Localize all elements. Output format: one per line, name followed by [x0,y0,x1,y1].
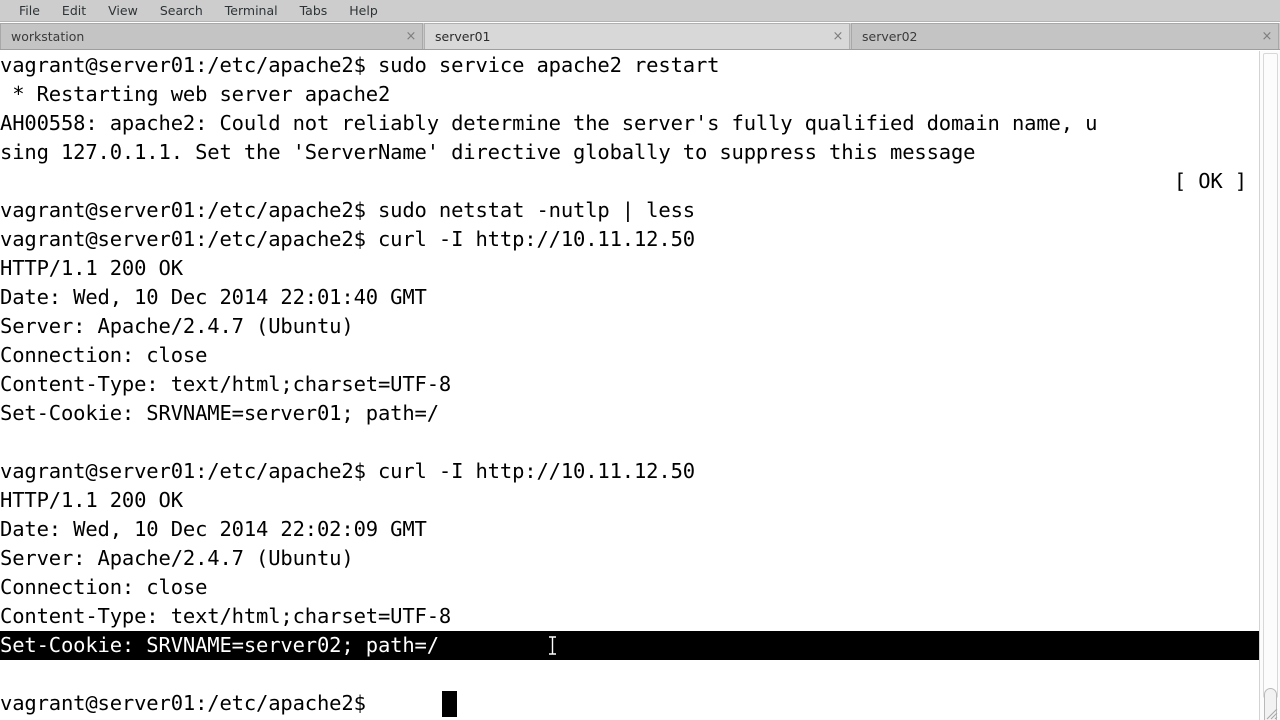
terminal-line: HTTP/1.1 200 OK [0,488,183,512]
tab-server01-label: server01 [435,29,491,44]
menu-view[interactable]: View [97,0,149,21]
terminal-line: HTTP/1.1 200 OK [0,256,183,280]
tab-workstation-label: workstation [11,29,85,44]
terminal-line: Date: Wed, 10 Dec 2014 22:01:40 GMT [0,285,427,309]
menu-tabs[interactable]: Tabs [289,0,339,21]
terminal-line: Set-Cookie: SRVNAME=server01; path=/ [0,401,439,425]
terminal-line: vagrant@server01:/etc/apache2$ [0,691,366,715]
terminal-line: AH00558: apache2: Could not reliably det… [0,111,1098,135]
terminal-line: Set-Cookie: SRVNAME=server02; path=/ [0,631,1259,660]
menu-file[interactable]: File [8,0,51,21]
terminal-line: vagrant@server01:/etc/apache2$ curl -I h… [0,227,695,251]
close-icon[interactable]: × [827,24,849,49]
tab-workstation[interactable]: workstation × [0,23,423,49]
terminal-line: Server: Apache/2.4.7 (Ubuntu) [0,546,354,570]
terminal-line: Connection: close [0,343,208,367]
resize-grip-icon[interactable] [1264,705,1278,720]
terminal-line: Connection: close [0,575,208,599]
terminal-line: Server: Apache/2.4.7 (Ubuntu) [0,314,354,338]
tab-server01[interactable]: server01 × [424,23,850,49]
scrollbar[interactable] [1259,51,1280,720]
close-icon[interactable]: × [1256,24,1278,49]
scrollbar-trough[interactable] [1263,53,1278,698]
text-cursor [441,691,457,717]
terminal-line: * Restarting web server apache2 [0,82,391,106]
terminal-line: Content-Type: text/html;charset=UTF-8 [0,372,452,396]
menu-edit[interactable]: Edit [51,0,97,21]
menu-terminal[interactable]: Terminal [214,0,289,21]
mouse-ibeam-cursor [547,636,558,655]
tab-bar: workstation × server01 × server02 × [0,23,1280,50]
terminal-line: [ OK ] [1173,169,1247,193]
terminal-line: Date: Wed, 10 Dec 2014 22:02:09 GMT [0,517,427,541]
terminal-line: sing 127.0.1.1. Set the 'ServerName' dir… [0,140,976,164]
terminal-output[interactable]: vagrant@server01:/etc/apache2$ sudo serv… [0,51,1259,720]
terminal-line: vagrant@server01:/etc/apache2$ sudo serv… [0,53,720,77]
menu-search[interactable]: Search [149,0,214,21]
terminal-line: vagrant@server01:/etc/apache2$ sudo nets… [0,198,695,222]
menu-bar: File Edit View Search Terminal Tabs Help [0,0,1280,22]
tab-server02[interactable]: server02 × [851,23,1279,49]
terminal-line: vagrant@server01:/etc/apache2$ curl -I h… [0,459,695,483]
tab-server02-label: server02 [862,29,918,44]
menu-help[interactable]: Help [338,0,389,21]
terminal-window: File Edit View Search Terminal Tabs Help… [0,0,1280,720]
close-icon[interactable]: × [400,24,422,49]
terminal-line: Content-Type: text/html;charset=UTF-8 [0,604,452,628]
